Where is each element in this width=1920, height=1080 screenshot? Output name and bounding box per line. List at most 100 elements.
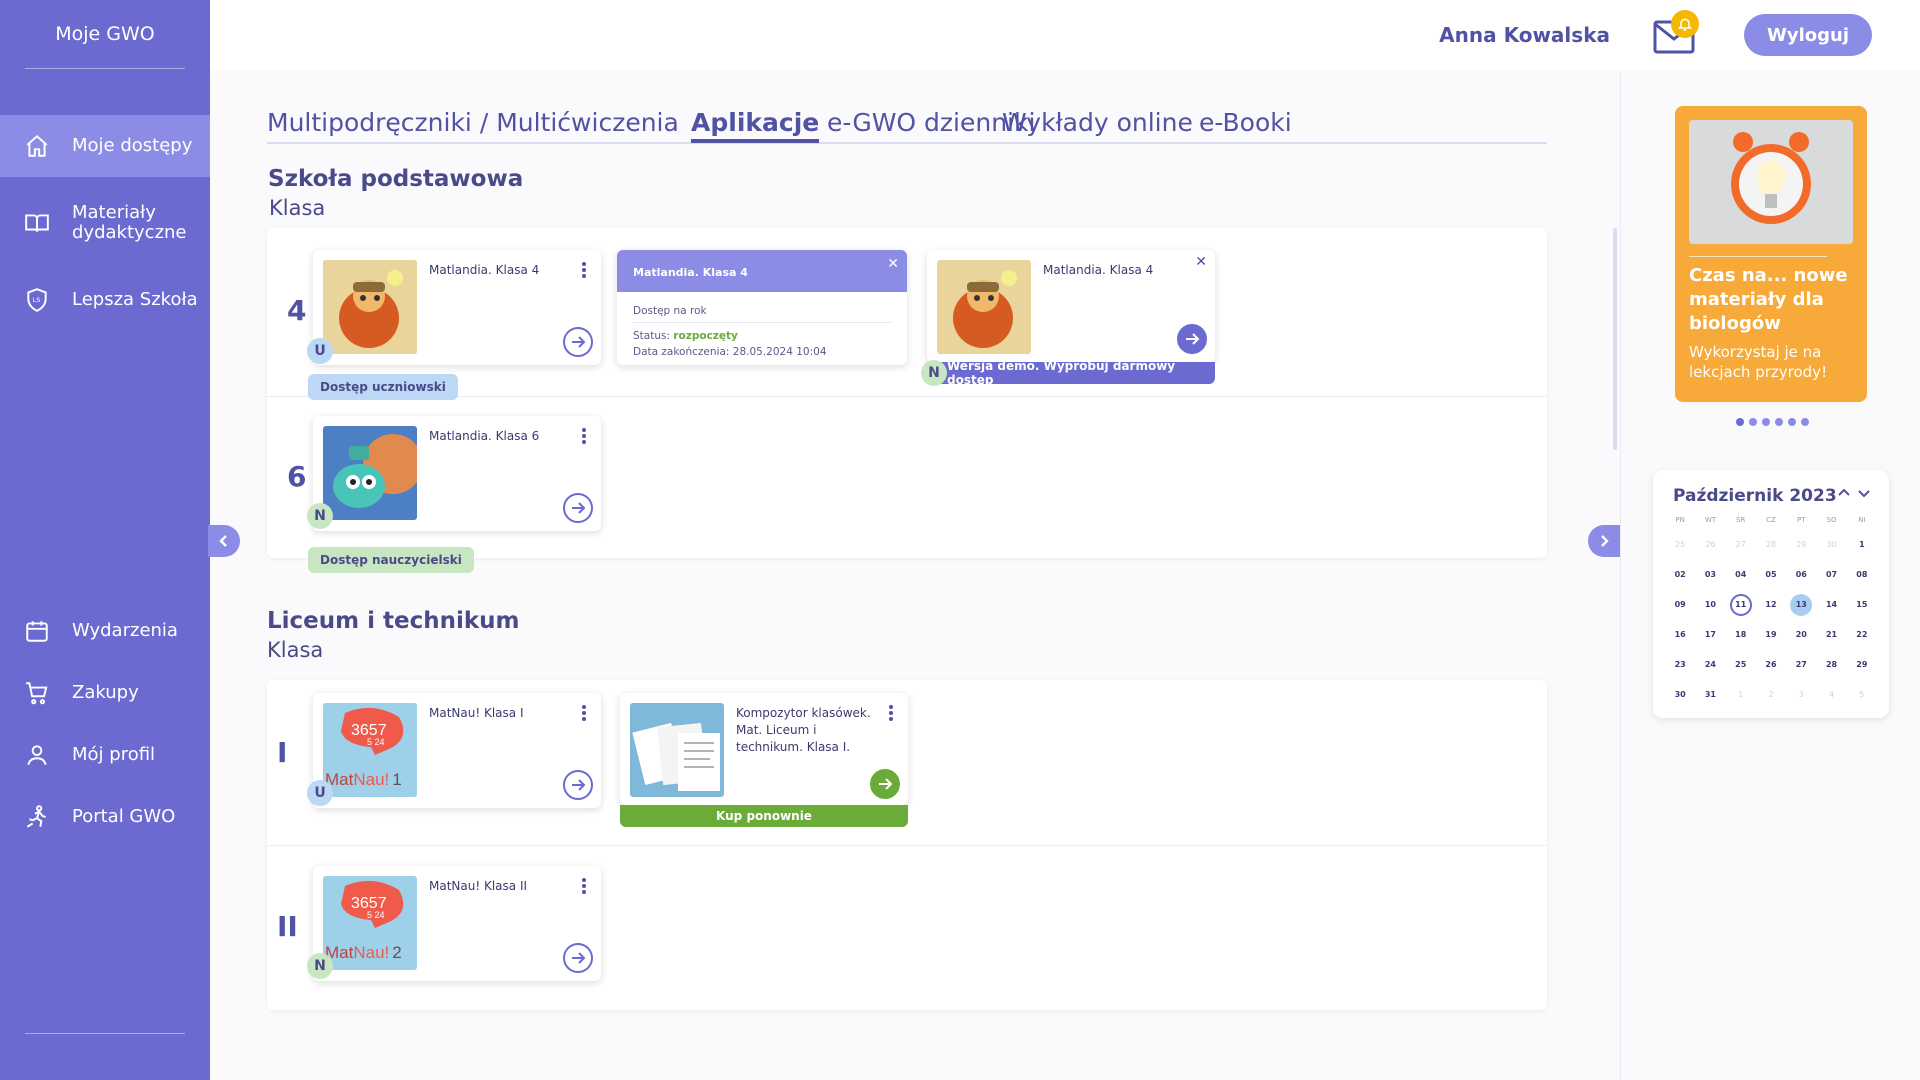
calendar-day[interactable]: 28 — [1816, 654, 1846, 676]
calendar-day[interactable]: 10 — [1695, 594, 1725, 616]
app-card-matlandia-4-demo[interactable]: Matlandia. Klasa 4 ✕ Wersja demo. Wyprób… — [927, 250, 1215, 387]
row-divider — [267, 845, 1547, 846]
calendar-day[interactable]: 27 — [1786, 654, 1816, 676]
tab-aplikacje[interactable]: Aplikacje — [691, 108, 820, 143]
close-icon[interactable]: ✕ — [1195, 254, 1207, 270]
more-menu-icon[interactable] — [579, 426, 589, 446]
calendar-day[interactable]: 28 — [1756, 534, 1786, 556]
calendar-day[interactable]: 22 — [1847, 624, 1877, 646]
carousel-dot[interactable] — [1749, 418, 1757, 426]
calendar-day-number: 4 — [1829, 690, 1835, 699]
calendar-day-number: 06 — [1795, 570, 1807, 579]
calendar-day[interactable]: 5 — [1847, 684, 1877, 706]
carousel-dot[interactable] — [1775, 418, 1783, 426]
calendar-day[interactable]: 17 — [1695, 624, 1725, 646]
open-app-button[interactable] — [563, 943, 593, 973]
sidebar-item-zakupy[interactable]: Zakupy — [0, 662, 210, 724]
open-app-button[interactable] — [563, 327, 593, 357]
user-name[interactable]: Anna Kowalska — [1439, 23, 1610, 47]
calendar-day[interactable]: 08 — [1847, 564, 1877, 586]
brand-title[interactable]: Moje GWO — [0, 0, 210, 68]
calendar-day[interactable]: 06 — [1786, 564, 1816, 586]
expand-right-panel-button[interactable] — [1588, 525, 1620, 557]
tab-wyklady-online[interactable]: Wykłady online — [1002, 108, 1193, 137]
calendar-day[interactable]: 09 — [1665, 594, 1695, 616]
calendar-day[interactable]: 14 — [1816, 594, 1846, 616]
calendar-day[interactable]: 29 — [1786, 534, 1816, 556]
calendar-day[interactable]: 31 — [1695, 684, 1725, 706]
calendar-day[interactable]: 26 — [1756, 654, 1786, 676]
calendar-day[interactable]: 1 — [1847, 534, 1877, 556]
calendar-day[interactable]: 30 — [1816, 534, 1846, 556]
calendar-day[interactable]: 16 — [1665, 624, 1695, 646]
sidebar-item-moje-dostepy[interactable]: Moje dostępy — [0, 115, 210, 177]
calendar-day[interactable]: 26 — [1695, 534, 1725, 556]
open-app-button[interactable] — [870, 769, 900, 799]
open-app-button[interactable] — [563, 770, 593, 800]
more-menu-icon[interactable] — [579, 703, 589, 723]
calendar-day[interactable]: 02 — [1665, 564, 1695, 586]
calendar-day[interactable]: 4 — [1816, 684, 1846, 706]
carousel-dot[interactable] — [1801, 418, 1809, 426]
more-menu-icon[interactable] — [886, 703, 896, 723]
app-card-matlandia-4[interactable]: Matlandia. Klasa 4 — [313, 250, 601, 365]
calendar-day[interactable]: 05 — [1756, 564, 1786, 586]
calendar-day[interactable]: 29 — [1847, 654, 1877, 676]
chevron-up-icon[interactable] — [1835, 484, 1853, 502]
access-letter-badge: U — [307, 780, 333, 806]
more-menu-icon[interactable] — [579, 876, 589, 896]
calendar-day-number: 19 — [1765, 630, 1777, 639]
app-card-title: Matlandia. Klasa 4 — [429, 263, 540, 277]
calendar-day[interactable]: 30 — [1665, 684, 1695, 706]
calendar-day[interactable]: 3 — [1786, 684, 1816, 706]
open-app-button[interactable] — [563, 493, 593, 523]
promo-card[interactable]: Czas na... nowe materiały dla biologów W… — [1675, 106, 1867, 402]
calendar-day[interactable]: 07 — [1816, 564, 1846, 586]
carousel-dot[interactable] — [1762, 418, 1770, 426]
calendar-day[interactable]: 11 — [1726, 594, 1756, 616]
calendar-day[interactable]: 21 — [1816, 624, 1846, 646]
calendar-day[interactable]: 04 — [1726, 564, 1756, 586]
calendar-day[interactable]: 27 — [1726, 534, 1756, 556]
collapse-sidebar-button[interactable] — [208, 525, 240, 557]
calendar-day[interactable]: 13 — [1786, 594, 1816, 616]
tab-ebooki[interactable]: e-Booki — [1199, 108, 1292, 137]
carousel-dot[interactable] — [1736, 418, 1744, 426]
calendar-day[interactable]: 25 — [1665, 534, 1695, 556]
app-card-matlandia-6[interactable]: Matlandia. Klasa 6 — [313, 416, 601, 531]
calendar-day-number: 25 — [1735, 660, 1747, 669]
calendar-day[interactable]: 18 — [1726, 624, 1756, 646]
app-thumbnail — [937, 260, 1031, 354]
carousel-dot[interactable] — [1788, 418, 1796, 426]
calendar-day[interactable]: 15 — [1847, 594, 1877, 616]
calendar-day[interactable]: 12 — [1756, 594, 1786, 616]
more-menu-icon[interactable] — [579, 260, 589, 280]
bell-icon[interactable] — [1671, 10, 1699, 38]
close-icon[interactable]: ✕ — [887, 256, 899, 272]
calendar-day[interactable]: 19 — [1756, 624, 1786, 646]
calendar-day[interactable]: 23 — [1665, 654, 1695, 676]
chevron-down-icon[interactable] — [1855, 484, 1873, 502]
sidebar-item-portal-gwo[interactable]: Portal GWO — [0, 786, 210, 848]
calendar-day[interactable]: 20 — [1786, 624, 1816, 646]
calendar-day[interactable]: 24 — [1695, 654, 1725, 676]
sidebar-item-lepsza-szkola[interactable]: LS Lepsza Szkoła — [0, 269, 210, 331]
calendar-day[interactable]: 03 — [1695, 564, 1725, 586]
calendar-day[interactable]: 25 — [1726, 654, 1756, 676]
app-card-matnau-2[interactable]: 3657 5 24 MatNau! 2 MatNau! Klasa II — [313, 866, 601, 981]
sidebar-item-wydarzenia[interactable]: Wydarzenia — [0, 600, 210, 662]
sidebar-item-moj-profil[interactable]: Mój profil — [0, 724, 210, 786]
tab-multipodreczniki[interactable]: Multipodręczniki / Multićwiczenia — [267, 108, 679, 137]
demo-ribbon-button[interactable]: Wersja demo. Wypróbuj darmowy dostęp — [927, 359, 1215, 387]
open-app-button[interactable] — [1177, 324, 1207, 354]
popover-divider — [633, 322, 891, 323]
app-card-matnau-1[interactable]: 3657 5 24 MatNau! 1 MatNau! Klasa I — [313, 693, 601, 808]
sidebar-item-materialy[interactable]: Materiały dydaktyczne — [0, 177, 210, 269]
content-scrollbar[interactable] — [1613, 228, 1617, 450]
section-subtitle-primary: Klasa — [269, 196, 326, 220]
logout-button[interactable]: Wyloguj — [1744, 14, 1872, 56]
buy-again-button[interactable]: Kup ponownie — [620, 805, 908, 827]
calendar-day[interactable]: 1 — [1726, 684, 1756, 706]
calendar-day[interactable]: 2 — [1756, 684, 1786, 706]
app-card-kompozytor[interactable]: Kompozytor klasówek. Mat. Liceum i techn… — [620, 693, 908, 827]
